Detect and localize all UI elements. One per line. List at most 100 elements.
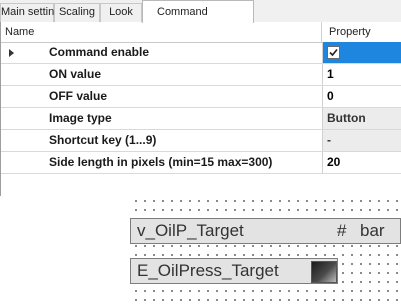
grid-dot [198, 209, 200, 211]
grid-dot [135, 200, 137, 202]
grid-dot [153, 290, 155, 292]
property-value[interactable] [322, 42, 401, 63]
grid-dot [333, 209, 335, 211]
row-on-value[interactable]: ON value 1 [1, 64, 401, 86]
grid-dot [333, 290, 335, 292]
grid-dot [324, 209, 326, 211]
grid-dot [306, 290, 308, 292]
row-shortcut-key[interactable]: Shortcut key (1...9) - [1, 130, 401, 152]
grid-dot [153, 299, 155, 301]
grid-dot [189, 245, 191, 247]
tab-main-settings[interactable]: Main settings [0, 3, 66, 22]
grid-dot [351, 263, 353, 265]
grid-dot [360, 263, 362, 265]
grid-dot [180, 290, 182, 292]
grid-dot [171, 290, 173, 292]
grid-dot [306, 200, 308, 202]
grid-dot [189, 290, 191, 292]
row-side-length[interactable]: Side length in pixels (min=15 max=300) 2… [1, 152, 401, 174]
property-name: Side length in pixels (min=15 max=300) [49, 155, 273, 169]
grid-dot [279, 209, 281, 211]
grid-header: Name Property [1, 22, 401, 43]
grid-dot [288, 245, 290, 247]
grid-dot [297, 200, 299, 202]
grid-dot [153, 200, 155, 202]
grid-dot [243, 254, 245, 256]
grid-dot [315, 245, 317, 247]
grid-dot [243, 245, 245, 247]
grid-dot [360, 200, 362, 202]
grid-dot [234, 299, 236, 301]
grid-dot [153, 254, 155, 256]
grid-dot [198, 299, 200, 301]
unit-label: bar [360, 221, 385, 240]
grid-dot [207, 200, 209, 202]
grid-dot [279, 299, 281, 301]
grid-dot [297, 299, 299, 301]
grid-dot [387, 245, 389, 247]
design-canvas[interactable]: v_OilP_Target # bar E_OilPress_Target [0, 196, 401, 306]
value-display-widget[interactable]: v_OilP_Target # bar [130, 218, 401, 244]
row-command-enable[interactable]: Command enable [1, 42, 401, 64]
grid-dot [225, 254, 227, 256]
command-button-widget[interactable]: E_OilPress_Target [130, 258, 338, 284]
property-name: OFF value [49, 89, 108, 103]
property-column-header[interactable]: Property [329, 22, 371, 42]
grid-dot [270, 290, 272, 292]
grid-dot [207, 245, 209, 247]
row-off-value[interactable]: OFF value 0 [1, 86, 401, 108]
grid-dot [135, 254, 137, 256]
grid-dot [342, 290, 344, 292]
name-column-header[interactable]: Name [5, 22, 34, 42]
grid-dot [261, 299, 263, 301]
grid-dot [243, 299, 245, 301]
grid-dot [369, 209, 371, 211]
grid-dot [162, 245, 164, 247]
column-divider[interactable] [321, 22, 322, 42]
property-name: Shortcut key (1...9) [49, 133, 157, 147]
grid-dot [333, 200, 335, 202]
command-enable-checkbox[interactable] [327, 46, 340, 59]
grid-dot [369, 290, 371, 292]
grid-dot [306, 245, 308, 247]
property-name: Command enable [49, 45, 150, 59]
grid-dot [189, 209, 191, 211]
on-value-field[interactable]: 1 [322, 64, 401, 85]
grid-dot [144, 290, 146, 292]
property-name: Image type [49, 111, 112, 125]
grid-dot [261, 200, 263, 202]
grid-dot [252, 299, 254, 301]
grid-dot [225, 245, 227, 247]
grid-dot [144, 209, 146, 211]
grid-dot [324, 254, 326, 256]
grid-dot [198, 245, 200, 247]
image-type-dropdown[interactable]: Button [322, 108, 401, 129]
grid-dot [135, 209, 137, 211]
shortcut-key-field[interactable]: - [322, 130, 401, 151]
tab-scaling[interactable]: Scaling [54, 3, 100, 22]
grid-dot [216, 290, 218, 292]
grid-dot [135, 290, 137, 292]
tab-look[interactable]: Look [100, 3, 142, 22]
grid-dot [360, 254, 362, 256]
row-image-type[interactable]: Image type Button [1, 108, 401, 130]
grid-dot [396, 299, 398, 301]
grid-dot [162, 200, 164, 202]
grid-dot [351, 200, 353, 202]
tab-bar: Main settings Scaling Look Command [0, 0, 401, 23]
grid-dot [207, 209, 209, 211]
grid-dot [387, 299, 389, 301]
side-length-field[interactable]: 20 [322, 152, 401, 173]
grid-dot [387, 263, 389, 265]
grid-dot [378, 281, 380, 283]
tab-command[interactable]: Command [142, 0, 254, 23]
grid-dot [378, 290, 380, 292]
grid-dot [396, 272, 398, 274]
grid-dot [171, 200, 173, 202]
off-value-field[interactable]: 0 [322, 86, 401, 107]
grid-dot [351, 290, 353, 292]
grid-dot [198, 290, 200, 292]
grid-dot [387, 200, 389, 202]
grid-dot [162, 299, 164, 301]
grid-dot [387, 209, 389, 211]
